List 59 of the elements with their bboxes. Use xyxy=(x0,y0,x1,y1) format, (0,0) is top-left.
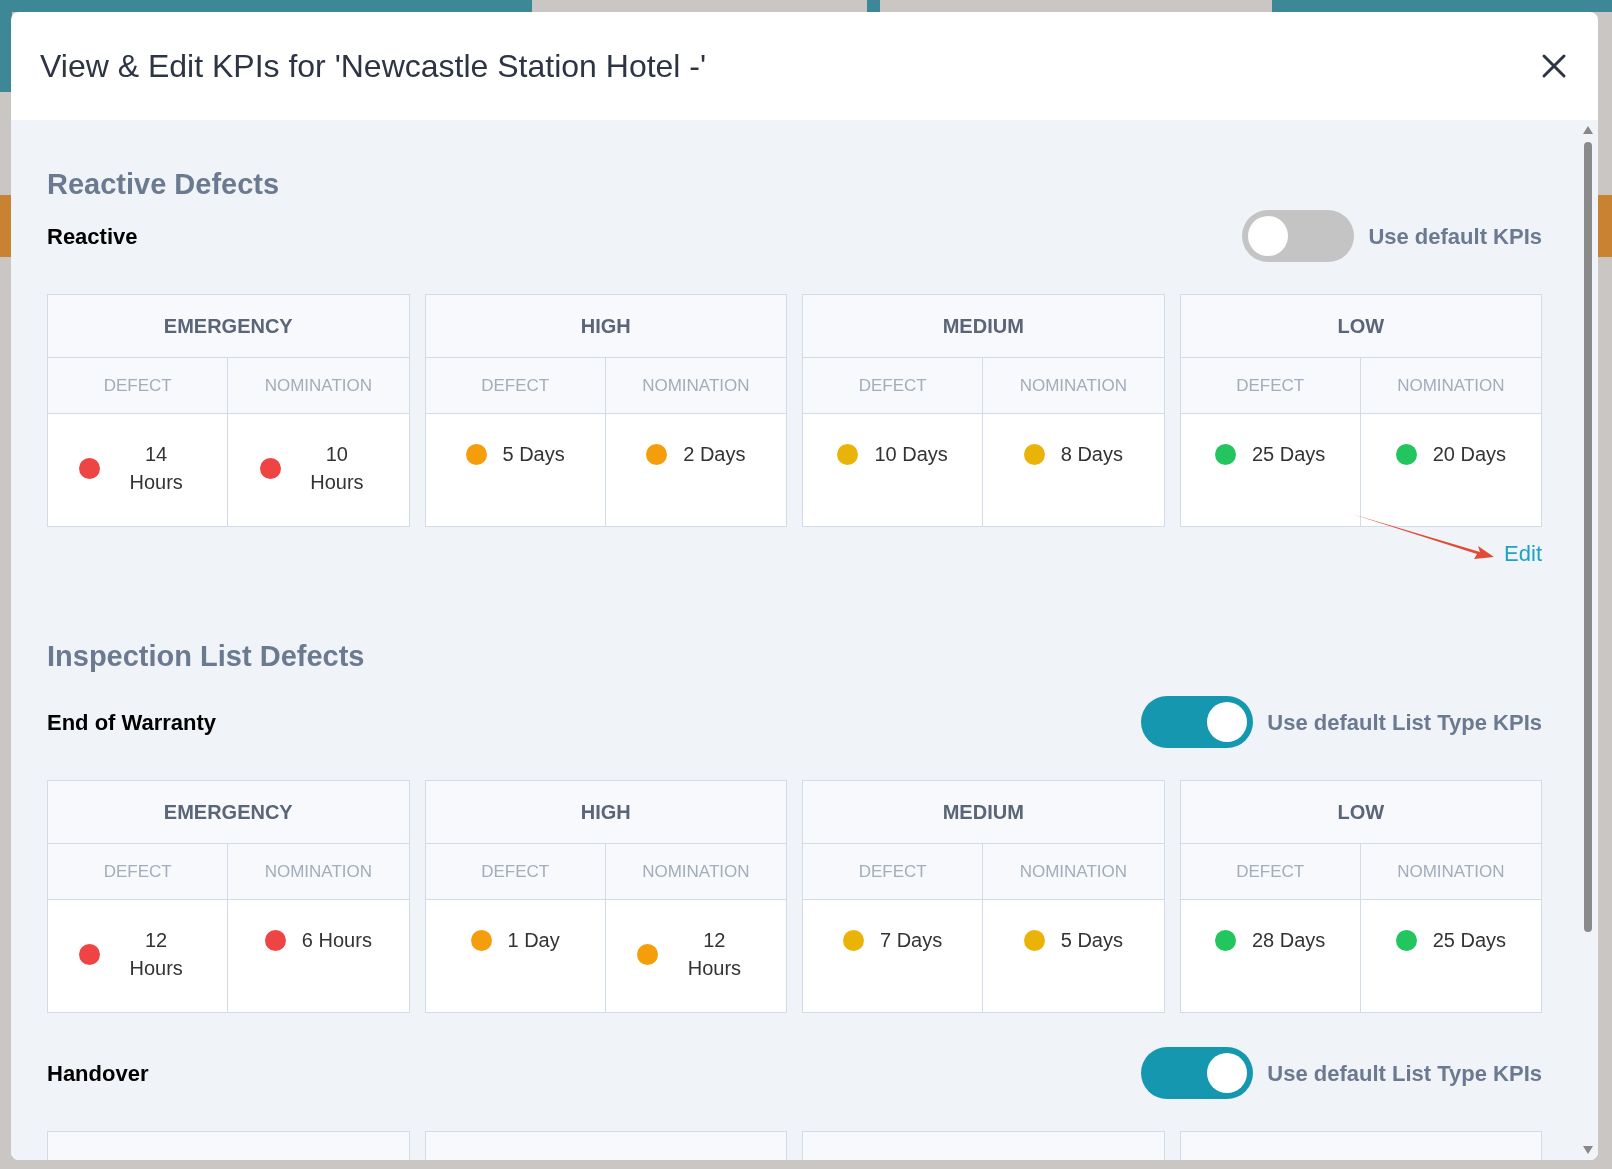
kpi-value: 25 Days xyxy=(1251,442,1326,467)
kpi-value: 25 Days xyxy=(1432,928,1507,953)
kpi-value: 12 Hours xyxy=(128,928,184,981)
column-header: DEFECT xyxy=(425,358,605,414)
kpi-value: 5 Days xyxy=(1060,928,1123,953)
toggle-label: Use default KPIs xyxy=(1368,222,1542,251)
priority-header: EMERGENCY xyxy=(48,781,409,844)
toggle-label: Use default List Type KPIs xyxy=(1267,1059,1542,1088)
section-title: Reactive Defects xyxy=(47,167,281,202)
dialog-title: View & Edit KPIs for 'Newcastle Station Hotel -' xyxy=(40,47,707,86)
column-header: DEFECT xyxy=(1180,358,1360,414)
column-header: NOMINATION xyxy=(228,844,409,900)
priority-header: MEDIUM xyxy=(803,781,1164,844)
group-name: Reactive xyxy=(47,222,138,251)
kpi-value: 8 Days xyxy=(1060,442,1123,467)
column-header: DEFECT xyxy=(803,358,983,414)
kpi-value: 20 Days xyxy=(1432,442,1507,467)
column-header: NOMINATION xyxy=(983,844,1164,900)
column-header: DEFECT xyxy=(48,844,228,900)
priority-header: MEDIUM xyxy=(803,295,1164,358)
kpi-value: 2 Days xyxy=(683,442,746,467)
column-header: NOMINATION xyxy=(605,358,786,414)
kpi-value: 7 Days xyxy=(880,928,943,953)
kpi-value: 12 Hours xyxy=(686,928,743,981)
kpi-value: 1 Day xyxy=(507,928,560,953)
column-header: NOMINATION xyxy=(1360,844,1541,900)
priority-header: HIGH xyxy=(425,295,786,358)
close-icon xyxy=(1541,53,1567,79)
scroll-down-icon[interactable] xyxy=(1583,1146,1593,1154)
group-name: End of Warranty xyxy=(47,708,217,737)
toggle-switch[interactable] xyxy=(1141,696,1254,748)
kpi-value: 10 Hours xyxy=(309,442,365,495)
edit-link[interactable]: Edit xyxy=(1504,537,1542,570)
scroll-up-icon[interactable] xyxy=(1583,126,1593,134)
priority-header: EMERGENCY xyxy=(48,295,409,358)
column-header: DEFECT xyxy=(1180,844,1360,900)
section-title: Inspection List Defects xyxy=(47,639,366,674)
column-header: NOMINATION xyxy=(1360,358,1541,414)
column-header: DEFECT xyxy=(425,844,605,900)
column-header: NOMINATION xyxy=(605,844,786,900)
page-banner-strip xyxy=(0,195,12,257)
priority-header: HIGH xyxy=(425,781,786,844)
toggle-switch[interactable] xyxy=(1242,210,1355,262)
kpi-value: 28 Days xyxy=(1251,928,1326,953)
toggle-switch[interactable] xyxy=(1141,1047,1254,1099)
toggle-label: Use default List Type KPIs xyxy=(1267,708,1542,737)
kpi-value: 6 Hours xyxy=(301,928,372,953)
column-header: DEFECT xyxy=(803,844,983,900)
column-header: NOMINATION xyxy=(228,358,409,414)
kpi-value: 14 Hours xyxy=(128,442,184,495)
kpi-value: 5 Days xyxy=(502,442,565,467)
group-name: Handover xyxy=(47,1059,149,1088)
kpi-value: 10 Days xyxy=(874,442,948,467)
column-header: DEFECT xyxy=(48,358,228,414)
priority-header: LOW xyxy=(1180,781,1541,844)
page-header-bar xyxy=(867,0,880,12)
column-header: NOMINATION xyxy=(983,358,1164,414)
priority-header: LOW xyxy=(1180,295,1541,358)
page-banner-strip xyxy=(1598,195,1612,257)
